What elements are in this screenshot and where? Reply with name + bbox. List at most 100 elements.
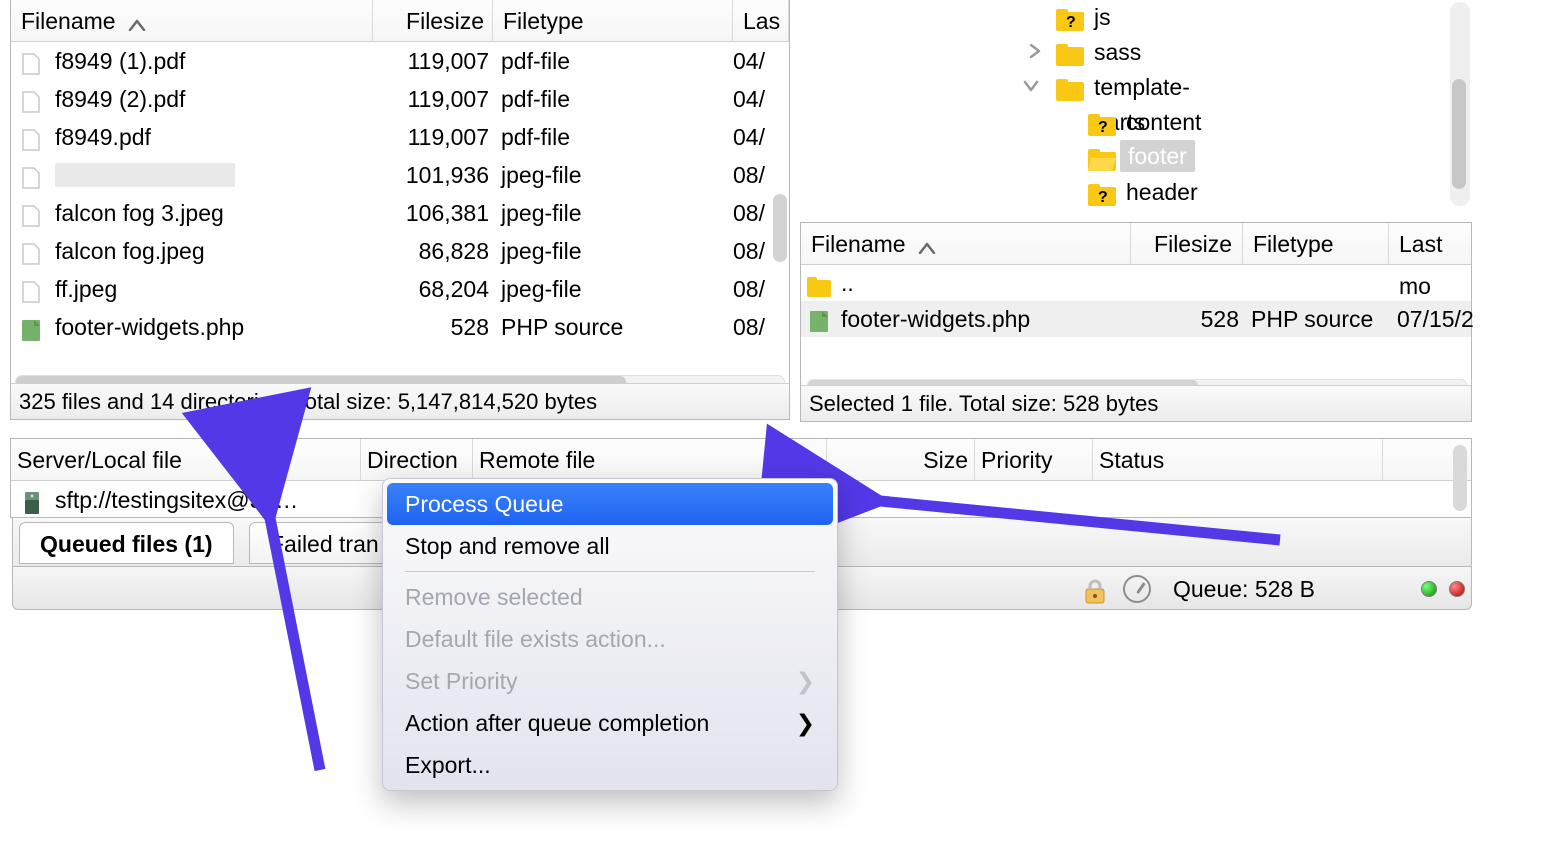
menu-label: Remove selected [405,584,583,610]
col-filename-label: Filename [21,8,116,34]
chevron-down-icon[interactable] [1022,70,1040,105]
tree-item-content[interactable]: ? content [800,105,1216,140]
file-icon [19,201,43,225]
local-file-row[interactable]: f8949 (1).pdf 119,007 pdf-file 04/ [11,42,789,80]
file-icon [19,163,43,187]
col-filesize[interactable]: Filesize [1131,223,1243,265]
col-server-local[interactable]: Server/Local file [11,439,361,481]
tab-label: Queued files (1) [40,531,213,557]
php-file-icon [19,315,43,339]
col-remote-file[interactable]: Remote file [473,439,827,481]
file-size: 101,936 [373,156,489,194]
folder-icon [1056,41,1084,63]
menu-label: Default file exists action... [405,626,666,652]
remote-directory-tree: ? js sass template-parts ? content foote… [800,0,1216,208]
tab-queued-files[interactable]: Queued files (1) [19,522,234,564]
file-name: falcon fog 3.jpeg [55,194,373,232]
local-file-row[interactable]: falcon fog 3.jpeg 106,381 jpeg-file 08/ [11,194,789,232]
file-name: footer-widgets.php [55,308,373,346]
col-lastmodified[interactable]: Las [733,0,789,42]
folder-icon [1056,76,1084,98]
folder-icon [807,271,831,295]
submenu-arrow-icon: ❯ [796,660,815,702]
tree-item-header[interactable]: ? header [800,175,1216,210]
tree-item-js[interactable]: ? js [800,0,1216,35]
svg-text:?: ? [1066,14,1076,31]
local-status-text: 325 files and 14 directories. Total size… [19,389,597,414]
file-icon [19,49,43,73]
local-file-row[interactable]: f8949 (2).pdf 119,007 pdf-file 04/ [11,80,789,118]
local-file-row[interactable]: 101,936 jpeg-file 08/ [11,156,789,194]
activity-led-green [1421,581,1437,597]
chevron-right-icon[interactable] [1026,35,1044,70]
tree-item-sass[interactable]: sass [800,35,1216,70]
remote-status-bar: Selected 1 file. Total size: 528 bytes [801,385,1471,421]
queue-context-menu: Process Queue Stop and remove all Remove… [382,478,838,791]
menu-label: Action after queue completion [405,710,709,736]
remote-columns-header: Filename Filesize Filetype Last mo [801,223,1471,265]
local-file-row[interactable]: footer-widgets.php 528 PHP source 08/ [11,308,789,346]
speed-limit-icon[interactable] [1123,575,1151,603]
col-size[interactable]: Size [827,439,975,481]
file-icon [19,277,43,301]
col-direction[interactable]: Direction [361,439,473,481]
menu-label: Export... [405,752,491,778]
unknown-folder-icon: ? [1088,181,1116,203]
col-filetype[interactable]: Filetype [1243,223,1389,265]
col-filesize[interactable]: Filesize [373,0,493,42]
lock-icon[interactable] [1081,575,1109,603]
file-name: f8949.pdf [55,118,373,156]
tree-label: content [1126,105,1201,140]
file-date: 07/15/2 [1397,301,1474,337]
col-status[interactable]: Status [1093,439,1383,481]
col-priority[interactable]: Priority [975,439,1093,481]
queue-columns-header: Server/Local file Direction Remote file … [11,439,1471,481]
local-file-row[interactable]: f8949.pdf 119,007 pdf-file 04/ [11,118,789,156]
col-filename[interactable]: Filename [801,223,1131,265]
file-size: 528 [373,308,489,346]
menu-process-queue[interactable]: Process Queue [387,483,833,525]
menu-action-after-completion[interactable]: Action after queue completion❯ [383,702,837,744]
file-type: jpeg-file [501,232,701,270]
menu-separator [405,571,815,572]
menu-stop-remove-all[interactable]: Stop and remove all [383,525,837,567]
file-size: 119,007 [373,80,489,118]
file-name: f8949 (1).pdf [55,42,373,80]
file-icon [19,87,43,111]
menu-default-file-exists: Default file exists action... [383,618,837,660]
file-icon [19,239,43,263]
file-type: jpeg-file [501,156,701,194]
menu-set-priority: Set Priority ❯ [383,660,837,702]
tree-item-footer[interactable]: footer [800,140,1216,175]
file-size: 528 [1131,301,1239,337]
col-filename[interactable]: Filename [11,0,373,42]
local-status-bar: 325 files and 14 directories. Total size… [11,383,789,419]
file-name: falcon fog.jpeg [55,232,373,270]
redacted-text [55,163,235,187]
php-file-icon [807,307,831,331]
scrollbar-thumb[interactable] [1452,79,1466,189]
local-file-row[interactable]: ff.jpeg 68,204 jpeg-file 08/ [11,270,789,308]
file-type: PHP source [501,308,701,346]
file-type: pdf-file [501,80,701,118]
local-file-row[interactable]: falcon fog.jpeg 86,828 jpeg-file 08/ [11,232,789,270]
scrollbar-thumb[interactable] [773,194,787,262]
local-vertical-scrollbar[interactable] [771,44,789,364]
col-filetype[interactable]: Filetype [493,0,733,42]
col-lastmodified[interactable]: Last mo [1389,223,1471,265]
unknown-folder-icon: ? [1056,6,1084,28]
file-type: pdf-file [501,42,701,80]
svg-text:?: ? [1098,119,1108,136]
tree-label: js [1094,0,1111,35]
menu-export[interactable]: Export... [383,744,837,786]
tree-label: header [1126,175,1198,210]
remote-file-row-parent[interactable]: .. [801,265,1471,301]
file-size: 119,007 [373,42,489,80]
menu-label: Set Priority [405,668,517,694]
queue-vertical-scrollbar[interactable] [1453,445,1467,511]
sort-ascending-icon [128,0,146,42]
file-type: jpeg-file [501,270,701,308]
tree-vertical-scrollbar[interactable] [1448,0,1472,208]
remote-file-row[interactable]: footer-widgets.php 528 PHP source 07/15/… [801,301,1471,337]
tree-item-template-parts[interactable]: template-parts [800,70,1216,105]
